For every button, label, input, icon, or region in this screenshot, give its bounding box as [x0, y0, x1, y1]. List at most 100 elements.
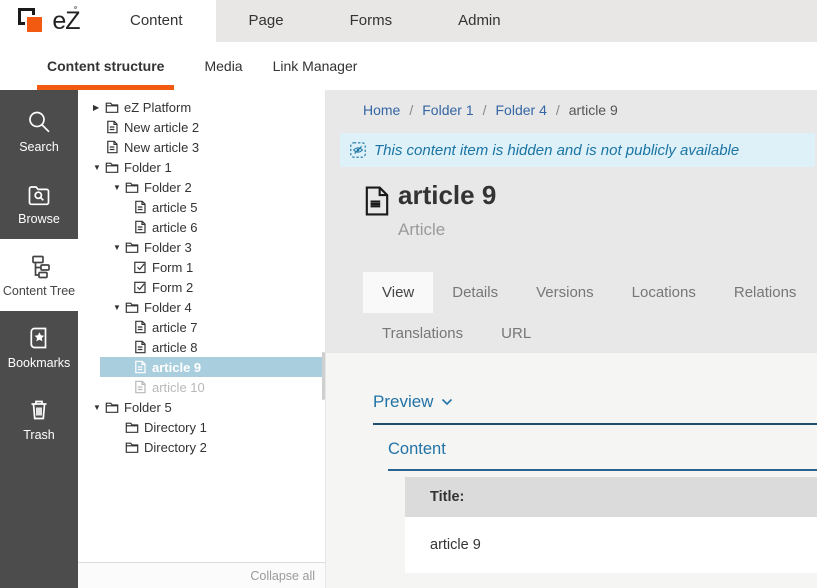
content-tree-panel: ▶eZ PlatformNew article 2New article 3▼F…: [78, 90, 326, 588]
form-icon: [133, 280, 147, 294]
article-icon: [133, 360, 147, 374]
folder-icon: [105, 400, 119, 414]
collapse-arrow-icon[interactable]: ▼: [113, 243, 125, 252]
rail-item-label: Search: [19, 140, 59, 154]
tree-item-label: Folder 2: [144, 180, 192, 195]
tree-item-label: article 6: [152, 220, 198, 235]
side-rail: Search BrowseContent TreeBookmarks Trash: [0, 90, 78, 588]
tab-locations[interactable]: Locations: [613, 272, 715, 313]
rail-item-search[interactable]: Search: [0, 95, 78, 167]
tab-translations[interactable]: Translations: [363, 313, 482, 354]
article-icon: [105, 120, 119, 134]
article-icon: [133, 200, 147, 214]
tree-item-folder-4[interactable]: ▼ Folder 4: [78, 297, 325, 317]
tree-item-label: Form 1: [152, 260, 193, 275]
rail-item-content-tree[interactable]: Content Tree: [0, 239, 78, 311]
field-value: article 9: [405, 517, 817, 573]
sub-nav: Content structure Media Link Manager: [0, 42, 817, 90]
rail-item-browse[interactable]: Browse: [0, 167, 78, 239]
rail-item-label: Trash: [23, 428, 55, 442]
tree-item-new-article-2[interactable]: New article 2: [78, 117, 325, 137]
collapse-all-button[interactable]: Collapse all: [250, 569, 315, 583]
chevron-down-icon: [441, 398, 453, 406]
ez-logo-trademark-dot: [74, 6, 77, 9]
field-table: Title:article 9: [405, 477, 817, 573]
tree-item-directory-1[interactable]: Directory 1: [78, 417, 325, 437]
folder-icon: [125, 420, 139, 434]
tab-url[interactable]: URL: [482, 313, 550, 354]
rail-item-trash[interactable]: Trash: [0, 383, 78, 455]
collapse-all-bar: Collapse all: [78, 562, 325, 588]
tree-item-form-2[interactable]: Form 2: [78, 277, 325, 297]
main-nav: ContentPageFormsAdmin: [97, 0, 817, 42]
main-nav-tab-content[interactable]: Content: [97, 0, 216, 42]
tree-item-label: article 9: [152, 360, 201, 375]
collapse-arrow-icon[interactable]: ▼: [113, 183, 125, 192]
logo-orange-square: [27, 17, 42, 32]
tree-item-form-1[interactable]: Form 1: [78, 257, 325, 277]
tree-item-article-9[interactable]: article 9: [78, 357, 325, 377]
main-content: Home/Folder 1/Folder 4/article 9 This co…: [326, 90, 817, 588]
breadcrumb-link-folder-4[interactable]: Folder 4: [496, 102, 547, 118]
field-name: Title:: [405, 477, 817, 517]
tree-item-article-6[interactable]: article 6: [78, 217, 325, 237]
tree-item-label: article 5: [152, 200, 198, 215]
main-nav-tab-forms[interactable]: Forms: [317, 0, 426, 42]
top-bar: eZ ContentPageFormsAdmin: [0, 0, 817, 42]
tab-relations[interactable]: Relations: [715, 272, 816, 313]
tree-item-ez-platform[interactable]: ▶ eZ Platform: [78, 97, 325, 117]
hidden-eye-icon: [350, 142, 366, 158]
breadcrumb-link-home[interactable]: Home: [363, 102, 400, 118]
article-icon: [105, 140, 119, 154]
tree-item-label: Folder 1: [124, 160, 172, 175]
content-tabs: ViewDetailsVersionsLocationsRelations Tra…: [363, 272, 817, 354]
tree-item-label: Directory 2: [144, 440, 207, 455]
tree-item-article-7[interactable]: article 7: [78, 317, 325, 337]
main-nav-tab-admin[interactable]: Admin: [425, 0, 534, 42]
tree-item-article-10[interactable]: article 10: [78, 377, 325, 397]
tab-details[interactable]: Details: [433, 272, 517, 313]
article-icon: [133, 340, 147, 354]
content-divider: [388, 469, 817, 471]
subnav-tab-link-manager[interactable]: Link Manager: [273, 42, 358, 90]
tree-item-article-5[interactable]: article 5: [78, 197, 325, 217]
subnav-tab-media[interactable]: Media: [204, 42, 242, 90]
article-icon: [133, 320, 147, 334]
tree-item-folder-5[interactable]: ▼ Folder 5: [78, 397, 325, 417]
trash-icon: [26, 397, 52, 423]
tree-item-folder-1[interactable]: ▼ Folder 1: [78, 157, 325, 177]
tree-item-label: article 8: [152, 340, 198, 355]
tree-item-folder-2[interactable]: ▼ Folder 2: [78, 177, 325, 197]
collapse-arrow-icon[interactable]: ▼: [113, 303, 125, 312]
tree-item-label: Folder 4: [144, 300, 192, 315]
tree-item-article-8[interactable]: article 8: [78, 337, 325, 357]
expand-arrow-icon[interactable]: ▶: [93, 103, 105, 112]
hidden-content-alert: This content item is hidden and is not p…: [340, 133, 815, 167]
tree-item-directory-2[interactable]: Directory 2: [78, 437, 325, 457]
rail-item-bookmarks[interactable]: Bookmarks: [0, 311, 78, 383]
tree-item-folder-3[interactable]: ▼Folder 3: [78, 237, 325, 257]
content-type-label: Article: [398, 220, 445, 240]
subnav-tab-content-structure[interactable]: Content structure: [37, 42, 174, 90]
tree-item-label: eZ Platform: [124, 100, 191, 115]
breadcrumb-separator: /: [483, 102, 487, 118]
breadcrumb-separator: /: [409, 102, 413, 118]
tree-scrollbar[interactable]: [322, 352, 325, 400]
breadcrumb-link-folder-1[interactable]: Folder 1: [422, 102, 473, 118]
tab-versions[interactable]: Versions: [517, 272, 613, 313]
collapse-arrow-icon[interactable]: ▼: [93, 403, 105, 412]
collapse-arrow-icon[interactable]: ▼: [93, 163, 105, 172]
tree-item-label: Directory 1: [144, 420, 207, 435]
app-window: eZ ContentPageFormsAdmin Content structu…: [0, 0, 817, 588]
tree-item-new-article-3[interactable]: New article 3: [78, 137, 325, 157]
ez-logo[interactable]: eZ: [0, 0, 97, 42]
article-icon: [364, 186, 390, 216]
browse-icon: [26, 181, 52, 207]
preview-section-toggle[interactable]: Preview: [373, 392, 453, 412]
tree-item-label: Folder 5: [124, 400, 172, 415]
content-section-heading: Content: [388, 440, 446, 459]
tab-view[interactable]: View: [363, 272, 433, 313]
alert-text: This content item is hidden and is not p…: [374, 142, 739, 159]
folder-icon: [105, 160, 119, 174]
main-nav-tab-page[interactable]: Page: [216, 0, 317, 42]
